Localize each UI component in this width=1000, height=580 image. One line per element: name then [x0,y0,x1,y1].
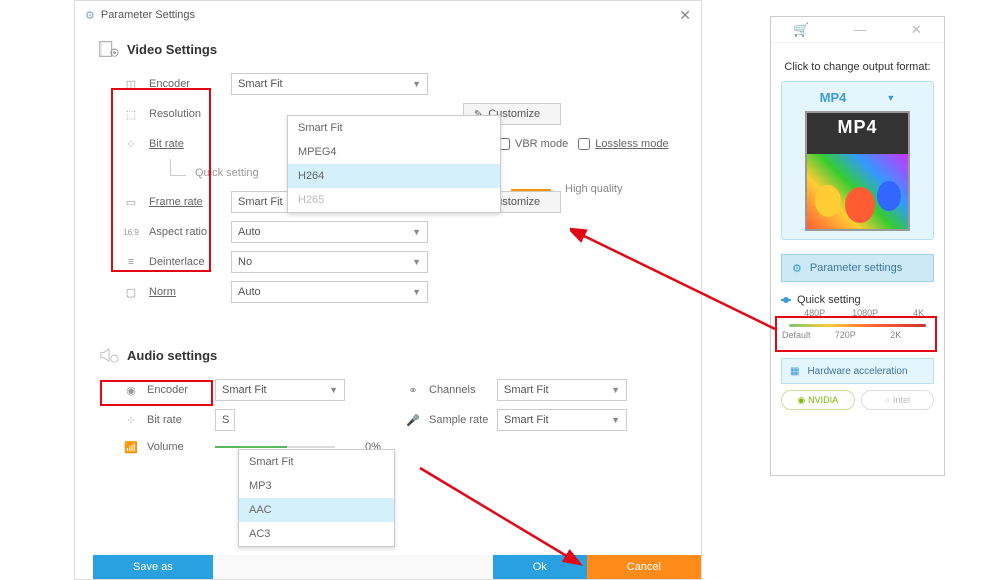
parameter-settings-button[interactable]: ⚙ Parameter settings [781,254,934,282]
intel-icon: ○ [885,395,890,405]
close-icon[interactable]: ✕ [679,7,691,24]
deinterlace-select[interactable]: No▼ [231,251,428,273]
audio-encoder-row: ◉ Encoder Smart Fit▼ ⚭ Channels Smart Fi… [75,375,701,405]
chevron-down-icon: ▼ [329,385,338,395]
resolution-icon: ⬚ [123,106,139,122]
audio-bitrate-select[interactable]: S [215,409,235,431]
audio-encoder-label: Encoder [147,384,207,396]
aspect-label: Aspect ratio [149,226,221,238]
close-icon[interactable]: ✕ [911,22,922,38]
audio-encoder-icon: ◉ [123,382,139,398]
chevron-down-icon: ▼ [886,93,895,103]
format-thumbnail: MP4 [805,111,910,231]
save-as-button[interactable]: Save as [93,555,213,579]
annotation-arrow [410,458,590,568]
dialog-title: Parameter Settings [101,9,195,21]
dialog-button-bar: Save as Ok Cancel [93,555,701,579]
hardware-accel-button[interactable]: ▦ Hardware acceleration [781,358,934,384]
audio-encoder-dropdown[interactable]: Smart Fit MP3 AAC AC3 [238,449,395,547]
channels-icon: ⚭ [405,382,421,398]
dropdown-item[interactable]: AAC [239,498,394,522]
format-card[interactable]: MP4 ▼ MP4 [781,81,934,240]
minimize-icon[interactable]: — [854,22,867,37]
norm-select[interactable]: Auto▼ [231,281,428,303]
audio-bitrate-row: ⁘ Bit rate S 🎤 Sample rate Smart Fit▼ [75,405,701,435]
chevron-down-icon: ▼ [412,79,421,89]
chevron-down-icon: ▼ [611,415,620,425]
bitrate-icon: ⁘ [123,136,139,152]
nvidia-badge: ◉ NVIDIA [781,390,855,410]
dropdown-item[interactable]: MPEG4 [288,140,500,164]
sliders-icon: ⚙ [792,262,802,275]
nvidia-icon: ◉ [797,395,805,406]
quality-slider[interactable]: 480P 1080P 4K Default 720P 2K [781,312,934,342]
chevron-down-icon: ▼ [412,227,421,237]
norm-label: Norm [149,286,221,298]
chevron-down-icon: ▼ [611,385,620,395]
dropdown-item[interactable]: AC3 [239,522,394,546]
framerate-label: Frame rate [149,196,221,208]
dialog-header: ⚙ Parameter Settings ✕ [75,1,701,29]
deinterlace-label: Deinterlace [149,256,221,268]
aspect-icon: 16:9 [123,224,139,240]
audio-encoder-select[interactable]: Smart Fit▼ [215,379,345,401]
dropdown-item[interactable]: MP3 [239,474,394,498]
audio-bitrate-icon: ⁘ [123,412,139,428]
encoder-icon: ◫ [123,76,139,92]
channels-label: Channels [429,384,489,396]
volume-icon: 📶 [123,439,139,455]
output-format-panel: 🛒 — ✕ Click to change output format: MP4… [770,16,945,476]
film-gear-icon [99,39,119,59]
video-settings-header: Video Settings [75,29,701,69]
output-format-hint: Click to change output format: [781,61,934,73]
bitrate-label: Bit rate [149,138,221,150]
deinterlace-icon: ≡ [123,254,139,270]
audio-settings-header: Audio settings [75,335,701,375]
cart-icon[interactable]: 🛒 [793,22,809,38]
annotation-arrow [570,224,780,334]
chevron-down-icon: ▼ [412,287,421,297]
dropdown-item[interactable]: Smart Fit [239,450,394,474]
dropdown-item[interactable]: H265 [288,188,500,212]
samplerate-icon: 🎤 [405,412,421,428]
audio-bitrate-label: Bit rate [147,414,207,426]
settings-icon: ⚙ [85,9,95,22]
framerate-icon: ▭ [123,194,139,210]
cancel-button[interactable]: Cancel [587,555,701,579]
encoder-label: Encoder [149,78,221,90]
vendor-row: ◉ NVIDIA ○ Intel [781,390,934,410]
resolution-label: Resolution [149,108,221,120]
volume-label: Volume [147,441,207,453]
samplerate-select[interactable]: Smart Fit▼ [497,409,627,431]
format-name: MP4 [820,90,847,105]
encoder-row: ◫ Encoder Smart Fit▼ [75,69,701,99]
lossless-checkbox[interactable]: Lossless mode [578,138,668,150]
quick-setting-row: Quick setting [781,294,934,306]
chevron-down-icon: ▼ [412,257,421,267]
speaker-gear-icon [99,345,119,365]
channels-select[interactable]: Smart Fit▼ [497,379,627,401]
side-toolbar: 🛒 — ✕ [771,17,944,43]
aspect-select[interactable]: Auto▼ [231,221,428,243]
encoder-dropdown[interactable]: Smart Fit MPEG4 H264 H265 [287,115,501,213]
samplerate-label: Sample rate [429,414,489,426]
intel-badge: ○ Intel [861,390,935,410]
volume-slider[interactable] [215,446,335,448]
chip-icon: ▦ [790,366,799,377]
vbr-checkbox[interactable]: VBR mode [498,138,568,150]
dropdown-item[interactable]: Smart Fit [288,116,500,140]
encoder-select[interactable]: Smart Fit▼ [231,73,428,95]
dropdown-item[interactable]: H264 [288,164,500,188]
norm-icon: ▢ [123,284,139,300]
